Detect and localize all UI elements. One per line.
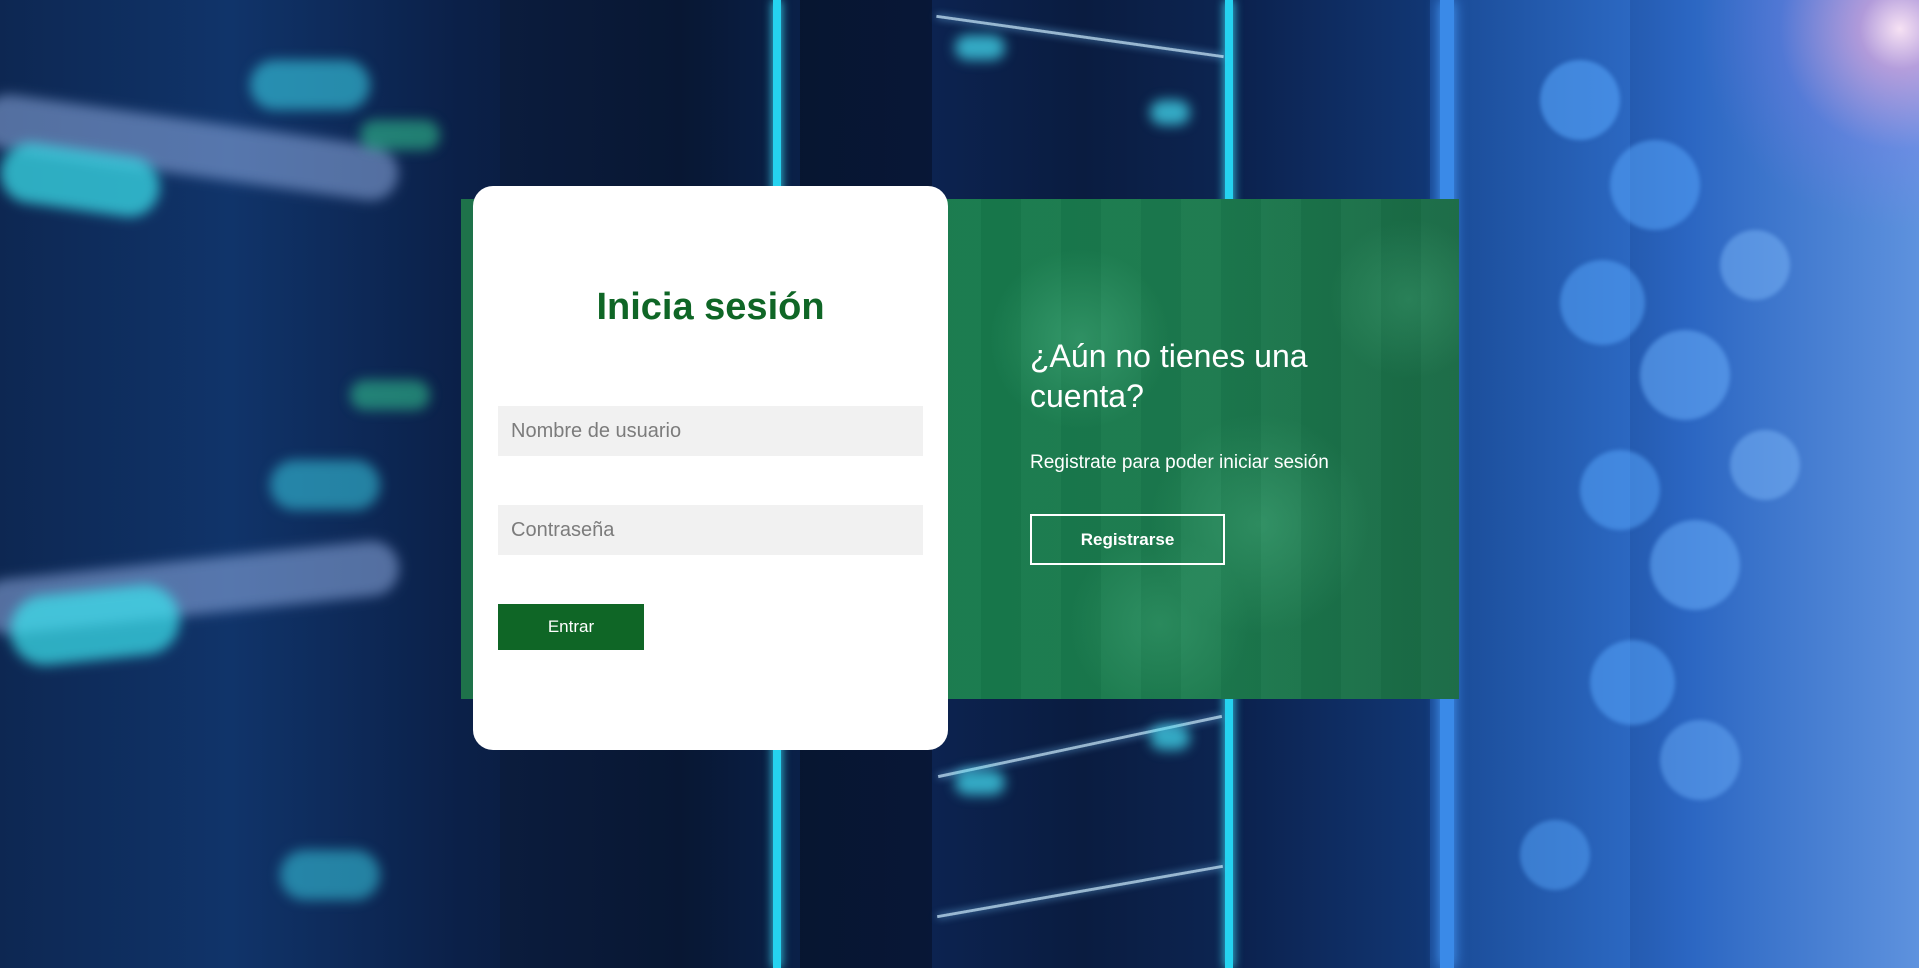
bokeh-light [1590, 640, 1675, 725]
bokeh-streak [1150, 725, 1190, 750]
bokeh-light [1660, 720, 1740, 800]
bokeh-streak [955, 770, 1005, 795]
bokeh-streak [1150, 100, 1190, 125]
bokeh-light [1640, 330, 1730, 420]
bokeh-light [1650, 520, 1740, 610]
bokeh-streak [350, 380, 430, 410]
bokeh-light [1560, 260, 1645, 345]
bokeh-streak [360, 120, 440, 150]
bokeh-light [1540, 60, 1620, 140]
bokeh-light [1520, 820, 1590, 890]
username-input[interactable] [498, 406, 923, 456]
login-card: Inicia sesión Entrar [473, 186, 948, 750]
login-title: Inicia sesión [596, 286, 825, 328]
enter-button[interactable]: Entrar [498, 604, 644, 650]
password-input[interactable] [498, 505, 923, 555]
register-subtext: Registrate para poder iniciar sesión [1030, 452, 1329, 473]
bokeh-streak [280, 850, 380, 900]
bokeh-light [1610, 140, 1700, 230]
bokeh-streak [270, 460, 380, 510]
bokeh-light [1580, 450, 1660, 530]
bokeh-light [1730, 430, 1800, 500]
register-heading: ¿Aún no tienes una cuenta? [1030, 338, 1308, 414]
bokeh-streak [955, 35, 1005, 60]
bokeh-light [1720, 230, 1790, 300]
bokeh-streak [250, 60, 370, 110]
register-button[interactable]: Registrarse [1030, 514, 1225, 565]
